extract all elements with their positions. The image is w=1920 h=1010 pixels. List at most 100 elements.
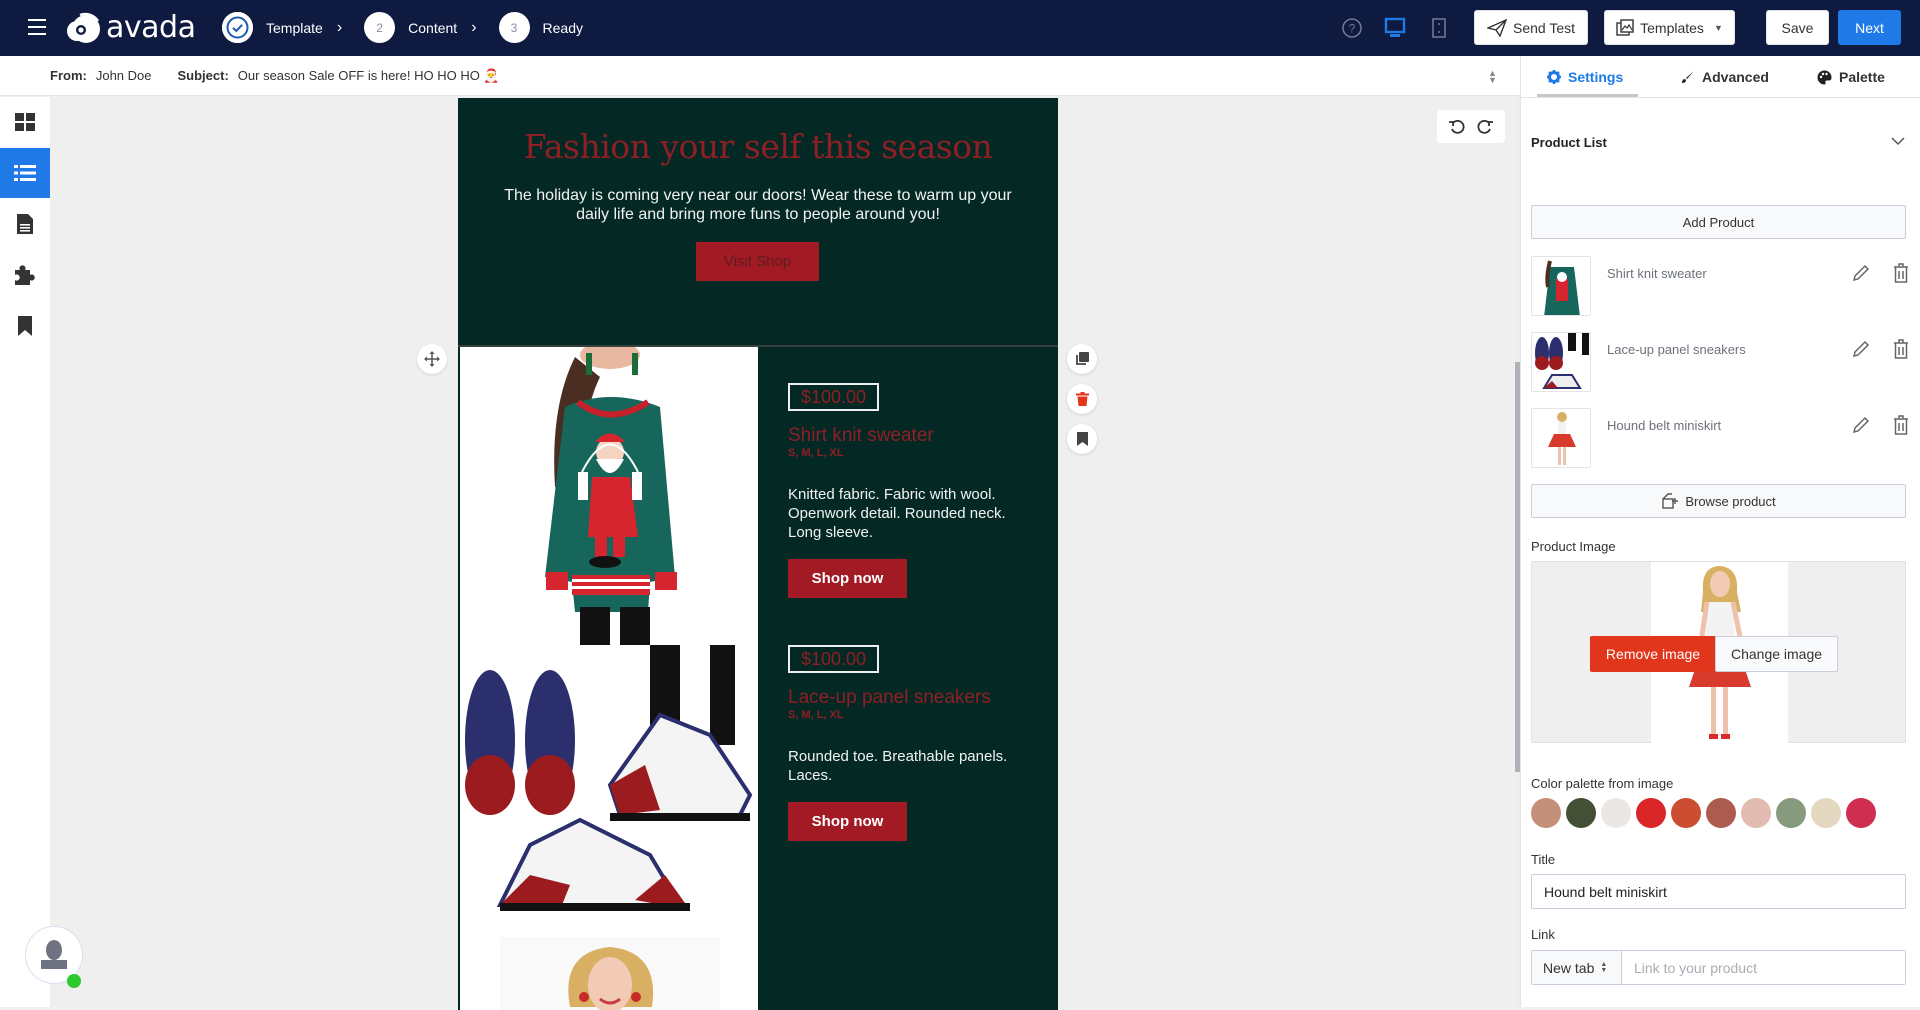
browse-product-button[interactable]: Browse product	[1531, 484, 1906, 518]
product-list-item[interactable]: Hound belt miniskirt	[1531, 408, 1911, 470]
mobile-view-icon[interactable]	[1428, 17, 1450, 39]
product-price[interactable]: $100.00	[788, 645, 880, 673]
email-preview[interactable]: Fashion your self this season The holida…	[458, 98, 1058, 1010]
product-price[interactable]: $100.00	[788, 383, 880, 411]
visit-shop-button[interactable]: Visit Shop	[696, 242, 819, 281]
palette-swatch[interactable]	[1636, 798, 1666, 828]
sneakers-thumbnail-image	[1532, 333, 1590, 391]
list-icon	[14, 165, 36, 181]
product-description[interactable]: Knitted fabric. Fabric with wool. Openwo…	[788, 485, 1038, 542]
next-button[interactable]: Next	[1838, 10, 1901, 45]
product-image-sneakers[interactable]	[460, 645, 758, 937]
templates-dropdown[interactable]: Templates ▼	[1604, 10, 1735, 45]
palette-label: Color palette from image	[1531, 776, 1674, 791]
link-target-select[interactable]: New tab ▲ ▼	[1532, 951, 1622, 984]
palette-swatch[interactable]	[1601, 798, 1631, 828]
pencil-icon[interactable]	[1851, 339, 1871, 359]
help-icon[interactable]: ?	[1341, 17, 1363, 39]
link-field: New tab ▲ ▼	[1531, 950, 1906, 985]
palette-swatch[interactable]	[1846, 798, 1876, 828]
hero-title[interactable]: Fashion your self this season	[458, 127, 1058, 166]
pencil-icon[interactable]	[1851, 263, 1871, 283]
product-sizes[interactable]: S, M, L, XL	[788, 447, 1038, 460]
nav-pages[interactable]	[0, 199, 50, 249]
product-image-sweater[interactable]	[460, 347, 758, 645]
bookmark-icon	[18, 316, 32, 336]
save-block-button[interactable]	[1067, 424, 1097, 454]
pencil-icon[interactable]	[1851, 415, 1871, 435]
tab-settings[interactable]: Settings	[1547, 56, 1623, 98]
save-button[interactable]: Save	[1766, 10, 1829, 45]
product-list-item[interactable]: Shirt knit sweater	[1531, 256, 1911, 318]
from-value[interactable]: John Doe	[96, 68, 152, 83]
palette-swatch[interactable]	[1741, 798, 1771, 828]
brush-icon	[1682, 71, 1694, 83]
palette-swatch[interactable]	[1776, 798, 1806, 828]
product-image-miniskirt[interactable]	[460, 937, 758, 1010]
logo[interactable]: avada	[66, 10, 196, 45]
remove-image-button[interactable]: Remove image	[1590, 636, 1716, 672]
product-image-preview: Remove image Change image	[1531, 561, 1906, 743]
svg-text:?: ?	[1349, 22, 1356, 36]
delete-block-button[interactable]	[1067, 384, 1097, 414]
tab-advanced[interactable]: Advanced	[1681, 56, 1769, 98]
send-test-button[interactable]: Send Test	[1474, 10, 1588, 45]
tab-palette[interactable]: Palette	[1817, 56, 1885, 98]
step-label-content[interactable]: Content	[408, 20, 457, 36]
move-block-button[interactable]	[417, 344, 447, 374]
online-status-indicator	[67, 974, 81, 988]
subject-value[interactable]: Our season Sale OFF is here! HO HO HO 🎅	[238, 68, 500, 84]
copy-icon	[1076, 352, 1089, 365]
nav-integrations[interactable]	[0, 250, 50, 300]
step-content-number[interactable]: 2	[364, 12, 396, 43]
product-list-name: Lace-up panel sneakers	[1607, 342, 1746, 357]
chevron-down-icon[interactable]	[1891, 136, 1905, 146]
product-list-item[interactable]: Lace-up panel sneakers	[1531, 332, 1911, 394]
palette-swatch[interactable]	[1566, 798, 1596, 828]
shop-now-button[interactable]: Shop now	[788, 802, 907, 841]
product-sizes[interactable]: S, M, L, XL	[788, 709, 1038, 722]
step-template-done[interactable]	[222, 12, 253, 43]
title-input[interactable]	[1531, 874, 1906, 909]
palette-swatch[interactable]	[1811, 798, 1841, 828]
email-meta-bar: From: John Doe Subject: Our season Sale …	[0, 56, 1520, 96]
palette-swatch[interactable]	[1671, 798, 1701, 828]
product-name[interactable]: Lace-up panel sneakers	[788, 687, 1038, 709]
step-ready-number[interactable]: 3	[498, 12, 530, 43]
redo-icon[interactable]	[1477, 119, 1493, 135]
tab-label: Advanced	[1702, 69, 1769, 85]
color-palette	[1531, 798, 1876, 828]
step-label-template[interactable]: Template	[266, 20, 323, 36]
trash-icon[interactable]	[1893, 263, 1909, 283]
product-description[interactable]: Rounded toe. Breathable panels. Laces.	[788, 747, 1038, 785]
tab-label: Settings	[1568, 69, 1624, 85]
nav-blocks[interactable]	[0, 148, 50, 198]
step-label-ready[interactable]: Ready	[543, 20, 583, 36]
product-thumbnail[interactable]	[1531, 332, 1591, 392]
expand-collapse-icon[interactable]: ▲ ▼	[1488, 69, 1497, 85]
nav-saved[interactable]	[0, 301, 50, 351]
trash-icon[interactable]	[1893, 339, 1909, 359]
puzzle-icon	[15, 265, 35, 285]
nav-layouts[interactable]	[0, 97, 50, 147]
palette-swatch[interactable]	[1706, 798, 1736, 828]
duplicate-block-button[interactable]	[1067, 344, 1097, 374]
history-controls	[1437, 110, 1505, 143]
add-product-button[interactable]: Add Product	[1531, 205, 1906, 239]
undo-icon[interactable]	[1449, 119, 1465, 135]
shop-now-button[interactable]: Shop now	[788, 559, 907, 598]
product-thumbnail[interactable]	[1531, 256, 1591, 316]
link-input[interactable]	[1622, 951, 1905, 984]
product-list-name: Shirt knit sweater	[1607, 266, 1707, 281]
check-circle-icon	[222, 12, 253, 43]
product-name[interactable]: Shirt knit sweater	[788, 425, 1038, 447]
product-thumbnail[interactable]	[1531, 408, 1591, 468]
user-icon	[41, 940, 67, 969]
palette-swatch[interactable]	[1531, 798, 1561, 828]
desktop-view-icon[interactable]	[1384, 17, 1406, 39]
left-nav	[0, 97, 50, 1007]
hero-text[interactable]: The holiday is coming very near our door…	[498, 186, 1018, 224]
trash-icon[interactable]	[1893, 415, 1909, 435]
change-image-button[interactable]: Change image	[1715, 636, 1838, 672]
menu-icon[interactable]	[28, 19, 46, 35]
